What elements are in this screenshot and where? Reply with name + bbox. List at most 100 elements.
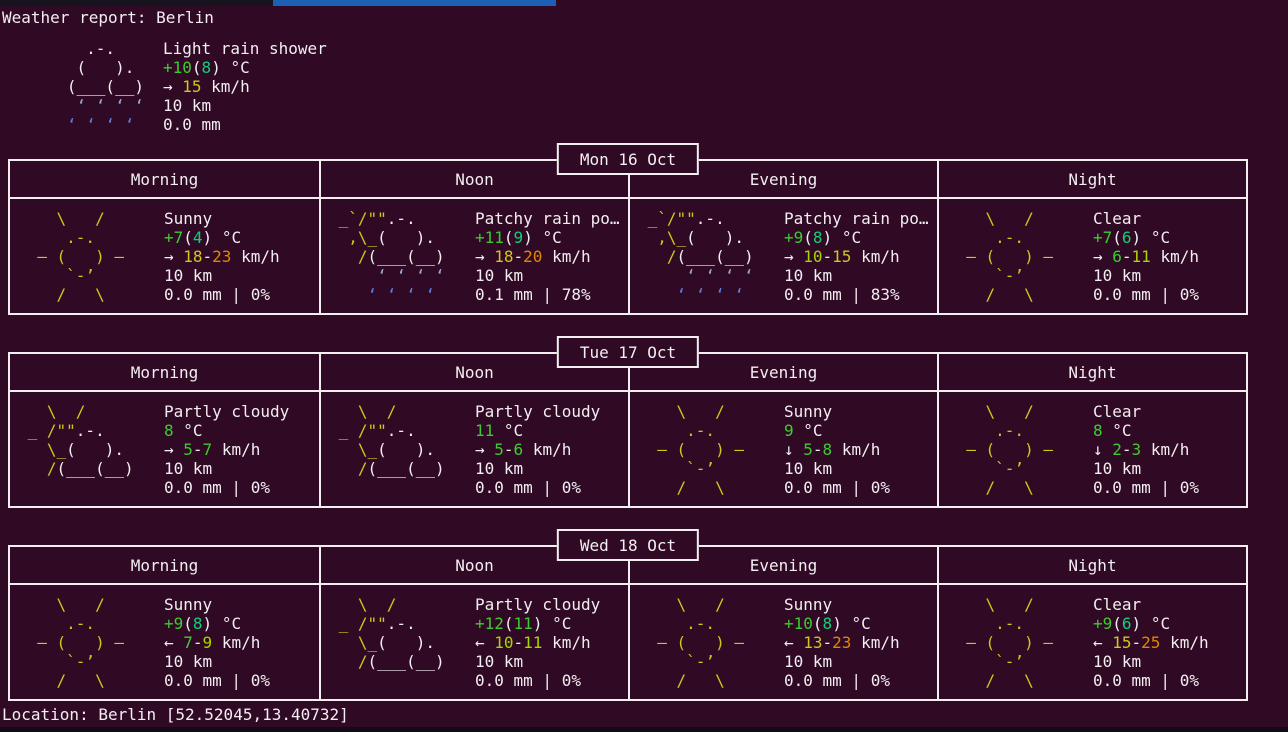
weather-ascii-icon: _`/"".-. ,\_( ). /(___(__) ‘ ‘ ‘ ‘ ‘ ‘ ‘…	[329, 209, 475, 304]
temperature-text: 8 °C	[1093, 421, 1199, 440]
weather-ascii-icon: \ / .-. ― ( ) ― `-’ / \	[638, 595, 784, 690]
col-header-morning: Morning	[10, 354, 319, 392]
visibility-text: 10 km	[784, 652, 900, 671]
weather-ascii-icon: \ / .-. ― ( ) ― `-’ / \	[947, 209, 1093, 304]
visibility-text: 10 km	[475, 652, 600, 671]
day-label: Tue 17 Oct	[557, 336, 699, 368]
day-label: Mon 16 Oct	[557, 143, 699, 175]
temperature-text: +7(4) °C	[164, 228, 280, 247]
weather-ascii-icon: \ / .-. ― ( ) ― `-’ / \	[947, 595, 1093, 690]
forecast-table-mon: Mon 16 Oct Morning Noon Evening Night \ …	[8, 159, 1248, 315]
condition-text: Sunny	[164, 209, 280, 228]
terminal-tab-indicator[interactable]	[273, 0, 556, 6]
location-status-line: Location: Berlin [52.52045,13.40732]	[2, 705, 349, 724]
precip-text: 0.1 mm | 78%	[475, 285, 620, 304]
current-temperature: +10(8) °C	[163, 58, 327, 77]
col-header-morning: Morning	[10, 161, 319, 199]
condition-text: Partly cloudy	[475, 595, 600, 614]
period-cell: \ / .-. ― ( ) ― `-’ / \ Sunny 9 °C ↓ 5-8…	[628, 392, 937, 506]
condition-text: Patchy rain po…	[784, 209, 929, 228]
tabbar-dark-segment	[0, 0, 273, 6]
col-header-night: Night	[937, 354, 1246, 392]
period-cell: _`/"".-. ,\_( ). /(___(__) ‘ ‘ ‘ ‘ ‘ ‘ ‘…	[628, 199, 937, 313]
current-precipitation: 0.0 mm	[163, 115, 327, 134]
weather-ascii-icon: \ / _ /"".-. \_( ). /(___(__)	[18, 402, 164, 497]
wind-text: → 5-7 km/h	[164, 440, 289, 459]
precip-text: 0.0 mm | 0%	[475, 478, 600, 497]
temperature-text: 9 °C	[784, 421, 890, 440]
precip-text: 0.0 mm | 0%	[164, 671, 270, 690]
precip-text: 0.0 mm | 0%	[1093, 478, 1199, 497]
current-visibility: 10 km	[163, 96, 327, 115]
visibility-text: 10 km	[1093, 652, 1209, 671]
condition-text: Partly cloudy	[164, 402, 289, 421]
wind-text: ← 13-23 km/h	[784, 633, 900, 652]
period-cell: \ / .-. ― ( ) ― `-’ / \ Sunny +10(8) °C …	[628, 585, 937, 699]
precip-text: 0.0 mm | 83%	[784, 285, 929, 304]
col-header-morning: Morning	[10, 547, 319, 585]
col-header-night: Night	[937, 161, 1246, 199]
forecast-table-tue: Tue 17 Oct Morning Noon Evening Night \ …	[8, 352, 1248, 508]
period-cell: \ / .-. ― ( ) ― `-’ / \ Clear +7(6) °C →…	[937, 199, 1246, 313]
visibility-text: 10 km	[1093, 266, 1199, 285]
period-cell: \ / .-. ― ( ) ― `-’ / \ Sunny +9(8) °C ←…	[10, 585, 319, 699]
current-condition-text: Light rain shower	[163, 39, 327, 58]
forecast-table-wed: Wed 18 Oct Morning Noon Evening Night \ …	[8, 545, 1248, 701]
current-wind: → 15 km/h	[163, 77, 327, 96]
precip-text: 0.0 mm | 0%	[475, 671, 600, 690]
weather-ascii-icon: \ / .-. ― ( ) ― `-’ / \	[947, 402, 1093, 497]
wind-text: → 6-11 km/h	[1093, 247, 1199, 266]
visibility-text: 10 km	[784, 459, 890, 478]
wind-text: ← 10-11 km/h	[475, 633, 600, 652]
period-cell: \ / .-. ― ( ) ― `-’ / \ Sunny +7(4) °C →…	[10, 199, 319, 313]
condition-text: Sunny	[784, 402, 890, 421]
visibility-text: 10 km	[164, 266, 280, 285]
condition-text: Sunny	[784, 595, 900, 614]
period-cell: \ / .-. ― ( ) ― `-’ / \ Clear 8 °C ↓ 2-3…	[937, 392, 1246, 506]
condition-text: Clear	[1093, 209, 1199, 228]
period-cell: \ / _ /"".-. \_( ). /(___(__) Partly clo…	[319, 585, 628, 699]
visibility-text: 10 km	[475, 266, 620, 285]
visibility-text: 10 km	[475, 459, 600, 478]
temperature-text: +9(8) °C	[164, 614, 270, 633]
temperature-text: 11 °C	[475, 421, 600, 440]
period-cell: _`/"".-. ,\_( ). /(___(__) ‘ ‘ ‘ ‘ ‘ ‘ ‘…	[319, 199, 628, 313]
period-cell: \ / _ /"".-. \_( ). /(___(__) Partly clo…	[10, 392, 319, 506]
visibility-text: 10 km	[1093, 459, 1199, 478]
temperature-text: +9(6) °C	[1093, 614, 1209, 633]
visibility-text: 10 km	[164, 459, 289, 478]
col-header-night: Night	[937, 547, 1246, 585]
wind-text: ← 7-9 km/h	[164, 633, 270, 652]
temperature-text: +7(6) °C	[1093, 228, 1199, 247]
page-title: Weather report: Berlin	[2, 8, 1288, 27]
visibility-text: 10 km	[164, 652, 270, 671]
wind-text: → 10-15 km/h	[784, 247, 929, 266]
current-conditions: .-. ( ). (___(__) ‘ ‘ ‘ ‘ ‘ ‘ ‘ ‘ Light …	[0, 39, 1288, 134]
weather-ascii-icon: \ / _ /"".-. \_( ). /(___(__)	[329, 402, 475, 497]
weather-ascii-icon: \ / .-. ― ( ) ― `-’ / \	[18, 209, 164, 304]
wind-text: ↓ 2-3 km/h	[1093, 440, 1199, 459]
condition-text: Clear	[1093, 402, 1199, 421]
wind-text: → 5-6 km/h	[475, 440, 600, 459]
condition-text: Clear	[1093, 595, 1209, 614]
condition-text: Patchy rain po…	[475, 209, 620, 228]
precip-text: 0.0 mm | 0%	[164, 285, 280, 304]
day-label: Wed 18 Oct	[557, 529, 699, 561]
visibility-text: 10 km	[784, 266, 929, 285]
precip-text: 0.0 mm | 0%	[164, 478, 289, 497]
weather-ascii-icon: _`/"".-. ,\_( ). /(___(__) ‘ ‘ ‘ ‘ ‘ ‘ ‘…	[638, 209, 784, 304]
precip-text: 0.0 mm | 0%	[784, 671, 900, 690]
weather-ascii-icon: \ / .-. ― ( ) ― `-’ / \	[638, 402, 784, 497]
period-cell: \ / .-. ― ( ) ― `-’ / \ Clear +9(6) °C ←…	[937, 585, 1246, 699]
temperature-text: +10(8) °C	[784, 614, 900, 633]
weather-ascii-icon: \ / .-. ― ( ) ― `-’ / \	[18, 595, 164, 690]
wind-text: → 18-20 km/h	[475, 247, 620, 266]
window-bottom-edge	[0, 727, 1288, 732]
terminal-tabbar-edge	[0, 0, 1288, 6]
temperature-text: +12(11) °C	[475, 614, 600, 633]
temperature-text: +9(8) °C	[784, 228, 929, 247]
weather-ascii-icon: \ / _ /"".-. \_( ). /(___(__)	[329, 595, 475, 690]
condition-text: Partly cloudy	[475, 402, 600, 421]
precip-text: 0.0 mm | 0%	[1093, 671, 1209, 690]
wind-text: ↓ 5-8 km/h	[784, 440, 890, 459]
